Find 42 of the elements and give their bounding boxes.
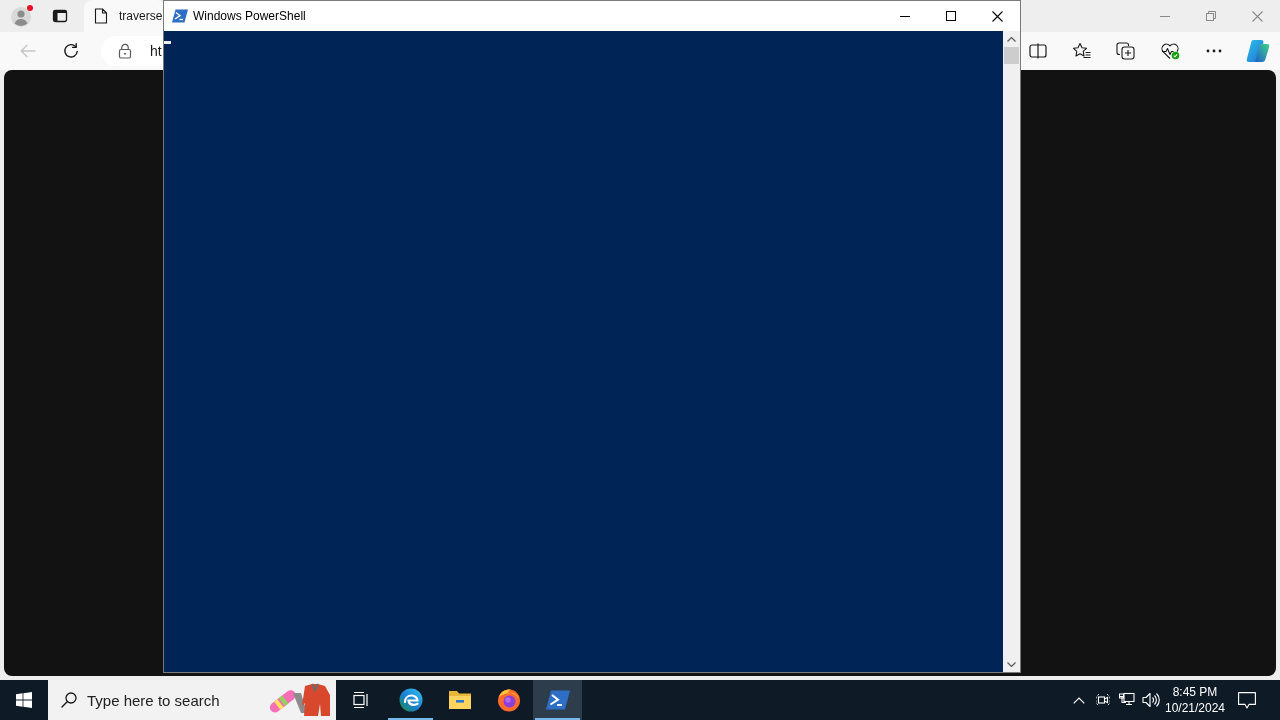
maximize-icon (946, 11, 956, 21)
search-field[interactable]: Type here to search (87, 688, 257, 712)
back-arrow-icon (20, 44, 36, 58)
collections-icon (1116, 42, 1136, 60)
lock-icon (118, 43, 132, 59)
refresh-icon (63, 43, 79, 59)
clock-date[interactable]: 10/21/2024 (1164, 700, 1226, 716)
chevron-up-icon (1073, 696, 1085, 704)
windows-logo-icon (16, 692, 32, 708)
tab-actions-icon (52, 8, 68, 24)
edge-browser-icon (398, 688, 423, 712)
restore-icon (1206, 11, 1216, 21)
search-box[interactable]: Type here to search (48, 680, 336, 720)
search-highlight-drawing[interactable] (267, 683, 331, 717)
speaker-icon (1142, 692, 1160, 708)
video-camera-icon (1096, 692, 1110, 708)
minimize-icon (1160, 15, 1170, 17)
folder-icon (447, 690, 472, 710)
network-icon (1119, 692, 1135, 708)
split-screen-icon (1029, 43, 1047, 59)
task-view-icon (352, 691, 370, 709)
powershell-icon (172, 9, 188, 23)
heart-pulse-icon (1160, 42, 1180, 60)
page-icon (94, 8, 108, 24)
profile-icon (10, 4, 34, 28)
speech-bubble-icon (1238, 691, 1256, 709)
window-title: Windows PowerShell (193, 9, 306, 23)
close-icon (991, 10, 1003, 22)
clock-time[interactable]: 8:45 PM (1172, 684, 1218, 700)
more-icon (1206, 49, 1222, 53)
powershell-icon (545, 690, 570, 710)
browser-tab[interactable]: traverse (84, 0, 165, 32)
search-icon (61, 692, 77, 708)
firefox-icon (496, 688, 521, 712)
chevron-down-icon (1007, 661, 1016, 667)
close-icon (1251, 10, 1263, 22)
minimize-icon (900, 15, 910, 17)
copilot-icon (1246, 39, 1270, 63)
scrollbar-thumb[interactable] (1004, 47, 1019, 64)
text-cursor (164, 41, 171, 44)
chevron-up-icon (1007, 36, 1016, 42)
star-list-icon (1072, 42, 1092, 60)
